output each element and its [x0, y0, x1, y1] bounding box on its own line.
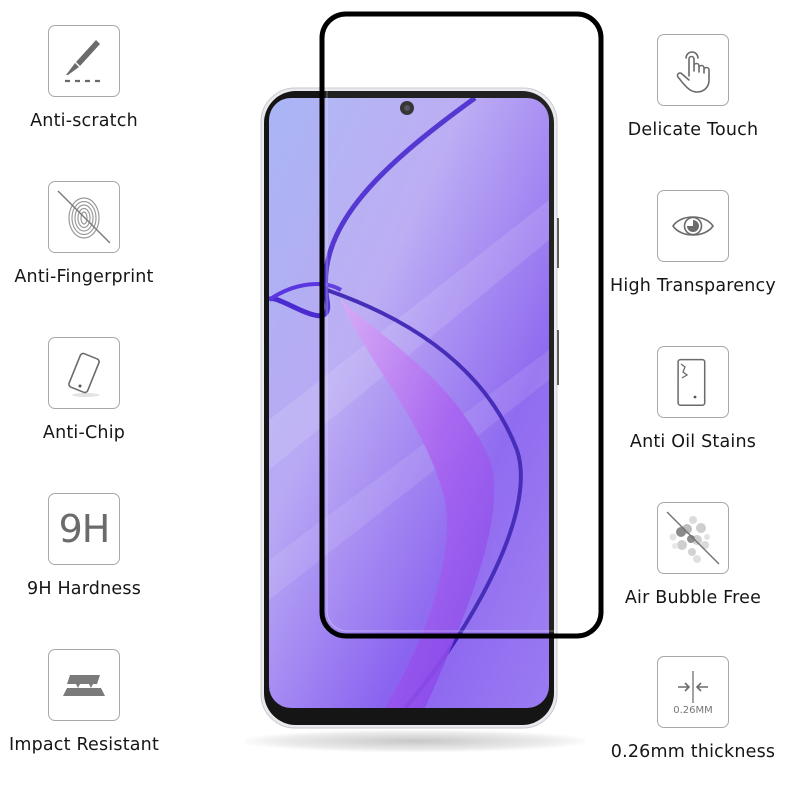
- 9h-icon-text: 9H: [58, 507, 111, 551]
- feature-label: Anti-scratch: [30, 111, 138, 131]
- feature-anti-chip: Anti-Chip: [0, 337, 174, 443]
- feature-high-transparency: High Transparency: [603, 190, 783, 296]
- feature-label: Air Bubble Free: [624, 588, 762, 608]
- thickness-icon-text: 0.26MM: [673, 704, 713, 716]
- touch-hand-icon: [657, 34, 729, 106]
- tilted-phone-icon: [48, 337, 120, 409]
- feature-air-bubble-free: Air Bubble Free: [603, 502, 783, 608]
- feature-label: High Transparency: [610, 276, 776, 296]
- fingerprint-crossed-icon: [48, 181, 120, 253]
- feature-label: 0.26mm thickness: [610, 742, 776, 762]
- bubbles-crossed-icon: [657, 502, 729, 574]
- scalpel-scratch-icon: [48, 25, 120, 97]
- feature-label: 9H Hardness: [26, 579, 142, 599]
- feature-label: Anti-Chip: [42, 423, 126, 443]
- eye-icon: [657, 190, 729, 262]
- feature-thickness: 0.26MM 0.26mm thickness: [603, 656, 783, 762]
- phone-with-screen-protector: [245, 0, 615, 800]
- phone-illustration: [260, 11, 604, 729]
- 9h-text-icon: 9H: [48, 493, 120, 565]
- feature-delicate-touch: Delicate Touch: [603, 34, 783, 140]
- feature-label: Impact Resistant: [8, 735, 160, 755]
- feature-anti-fingerprint: Anti-Fingerprint: [0, 181, 174, 287]
- feature-anti-oil-stains: Anti Oil Stains: [603, 346, 783, 452]
- feature-9h-hardness: 9H 9H Hardness: [0, 493, 174, 599]
- feature-label: Anti Oil Stains: [629, 432, 757, 452]
- feature-impact-resistant: Impact Resistant: [0, 649, 174, 755]
- phone-crack-icon: [657, 346, 729, 418]
- feature-label: Delicate Touch: [627, 120, 759, 140]
- feature-label: Anti-Fingerprint: [14, 267, 154, 287]
- thickness-arrows-icon: 0.26MM: [657, 656, 729, 728]
- feature-anti-scratch: Anti-scratch: [0, 25, 174, 131]
- impact-layers-icon: [48, 649, 120, 721]
